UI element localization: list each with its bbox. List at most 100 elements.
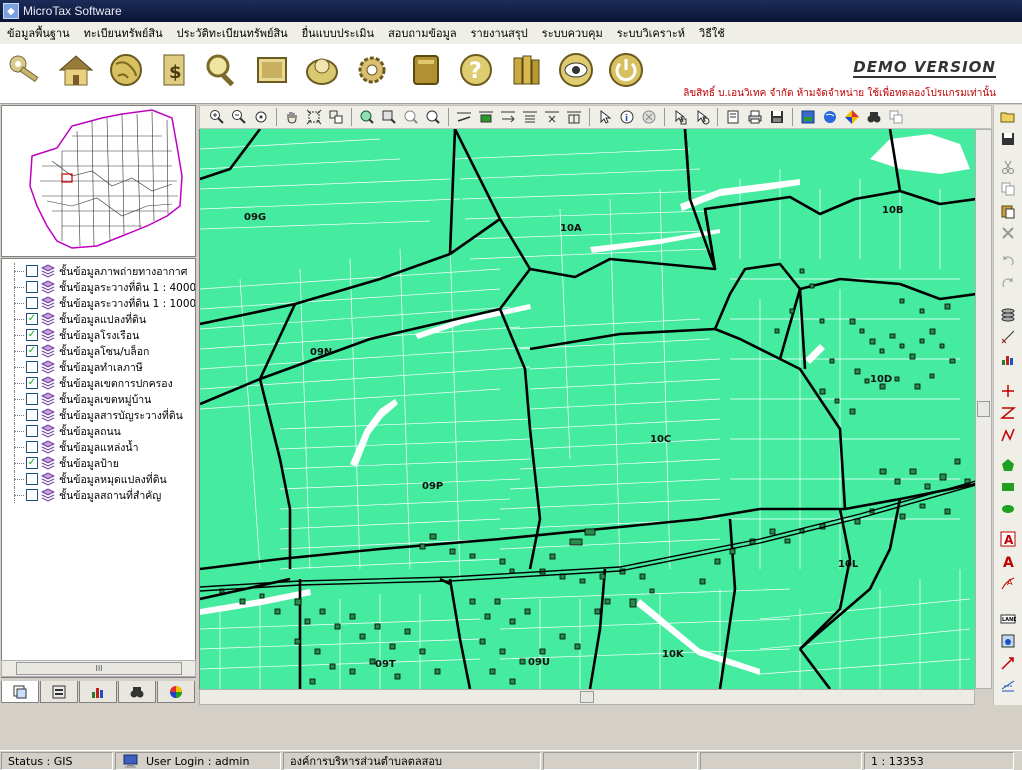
zoom-box-icon[interactable]	[325, 107, 347, 127]
menu-reports[interactable]: รายงานสรุป	[464, 24, 535, 42]
globe-small-icon[interactable]	[819, 107, 841, 127]
edit-vertex-icon[interactable]	[998, 327, 1018, 347]
measure-arrow-icon[interactable]	[497, 107, 519, 127]
add-callout-icon[interactable]: A	[998, 573, 1018, 593]
menu-register-history[interactable]: ประวัติทะเบียนทรัพย์สิน	[170, 24, 295, 42]
zoom-out-icon[interactable]	[228, 107, 250, 127]
draw-arrow-icon[interactable]	[998, 653, 1018, 673]
menu-assessment[interactable]: ยื่นแบบประเมิน	[295, 24, 381, 42]
copy-icon[interactable]	[998, 179, 1018, 199]
settings-gear-icon[interactable]	[350, 48, 394, 92]
report-icon[interactable]	[722, 107, 744, 127]
menu-control[interactable]: ระบบควบคุม	[535, 24, 610, 42]
map-canvas[interactable]: 09G 10A 10B 09N 10D 10C 09P 10L 09T 09U …	[199, 129, 975, 689]
search-magnifier-icon[interactable]	[200, 48, 244, 92]
scrollbar-thumb[interactable]	[977, 401, 990, 417]
zoom-next-icon[interactable]	[422, 107, 444, 127]
layer-checkbox[interactable]: ✓	[26, 377, 38, 389]
scrollbar-thumb[interactable]	[580, 691, 594, 703]
map-globe-icon[interactable]	[300, 48, 344, 92]
layer-row[interactable]: ชั้นข้อมูลสถานที่สำคัญ	[4, 487, 161, 503]
eye-icon[interactable]	[554, 48, 598, 92]
tab-color[interactable]	[157, 681, 195, 703]
layer-stack-edit-icon[interactable]	[998, 305, 1018, 325]
add-line-icon[interactable]	[998, 403, 1018, 423]
layer-checkbox[interactable]	[26, 441, 38, 453]
binoculars-search-icon[interactable]	[863, 107, 885, 127]
open-folder-icon[interactable]	[998, 107, 1018, 127]
full-extent-icon[interactable]	[303, 107, 325, 127]
attach-image-icon[interactable]	[998, 631, 1018, 651]
zoom-previous-icon[interactable]	[400, 107, 422, 127]
layer-checkbox[interactable]	[26, 489, 38, 501]
map-vertical-scrollbar[interactable]	[975, 129, 992, 689]
menu-query[interactable]: สอบถามข้อมูล	[381, 24, 464, 42]
measure-grid-icon[interactable]	[563, 107, 585, 127]
select-circle-icon[interactable]	[691, 107, 713, 127]
redo-icon[interactable]	[998, 273, 1018, 293]
zoom-layer-icon[interactable]	[356, 107, 378, 127]
tab-properties[interactable]	[40, 681, 78, 703]
menu-basic-data[interactable]: ข้อมูลพื้นฐาน	[0, 24, 77, 42]
add-text-icon[interactable]: A	[998, 551, 1018, 571]
layer-checkbox[interactable]: ✓	[26, 329, 38, 341]
add-polygon-icon[interactable]	[998, 455, 1018, 475]
zoom-in-icon[interactable]	[206, 107, 228, 127]
power-icon[interactable]	[604, 48, 648, 92]
measure-area-icon[interactable]	[475, 107, 497, 127]
tab-chart[interactable]	[79, 681, 117, 703]
scrollbar-thumb[interactable]: III	[16, 662, 182, 675]
copy-layer-icon[interactable]	[885, 107, 907, 127]
zoom-center-icon[interactable]	[250, 107, 272, 127]
add-polyline-icon[interactable]	[998, 425, 1018, 445]
menu-help[interactable]: วิธีใช้	[692, 24, 732, 42]
select-pointer-icon[interactable]	[594, 107, 616, 127]
clear-selection-icon[interactable]	[638, 107, 660, 127]
layer-checkbox[interactable]: ✓	[26, 313, 38, 325]
print-icon[interactable]	[744, 107, 766, 127]
add-text-box-icon[interactable]: A	[998, 529, 1018, 549]
help-icon[interactable]: ?	[454, 48, 498, 92]
book-icon[interactable]	[404, 48, 448, 92]
measure-clear-icon[interactable]	[541, 107, 563, 127]
layer-row[interactable]: ชั้นข้อมูลแหล่งน้ำ	[4, 439, 138, 455]
layer-row[interactable]: ชั้นข้อมูลหมุดแปลงที่ดิน	[4, 471, 167, 487]
zoom-selected-icon[interactable]	[378, 107, 400, 127]
books-icon[interactable]	[504, 48, 548, 92]
save-icon[interactable]	[766, 107, 788, 127]
add-point-icon[interactable]	[998, 381, 1018, 401]
measure-list-icon[interactable]	[519, 107, 541, 127]
select-polygon-icon[interactable]	[669, 107, 691, 127]
layer-row[interactable]: ✓ ชั้นข้อมูลแปลงที่ดิน	[4, 311, 146, 327]
layer-checkbox[interactable]	[26, 361, 38, 373]
map-image-icon[interactable]	[797, 107, 819, 127]
layer-row[interactable]: ชั้นข้อมูลสารบัญระวางที่ดิน	[4, 407, 183, 423]
tab-search[interactable]	[118, 681, 156, 703]
layer-checkbox[interactable]	[26, 265, 38, 277]
layer-row[interactable]: ชั้นข้อมูลระวางที่ดิน 1 : 4000	[4, 279, 195, 295]
land-label-icon[interactable]: LAND	[998, 609, 1018, 629]
tab-layers[interactable]	[1, 681, 39, 703]
pan-hand-icon[interactable]	[281, 107, 303, 127]
layer-row[interactable]: ชั้นข้อมูลเขตหมู่บ้าน	[4, 391, 151, 407]
layer-checkbox[interactable]	[26, 409, 38, 421]
layer-checkbox[interactable]	[26, 425, 38, 437]
photo-frame-icon[interactable]	[250, 48, 294, 92]
layer-row[interactable]: ชั้นข้อมูลถนน	[4, 423, 121, 439]
measure-distance-icon[interactable]	[453, 107, 475, 127]
layer-row[interactable]: ✓ ชั้นข้อมูลเขตการปกครอง	[4, 375, 173, 391]
edit-chart-icon[interactable]	[998, 349, 1018, 369]
globe-icon[interactable]	[104, 48, 148, 92]
key-icon[interactable]	[4, 48, 48, 92]
draw-freehand-icon[interactable]	[998, 675, 1018, 695]
menu-property-register[interactable]: ทะเบียนทรัพย์สิน	[77, 24, 170, 42]
layer-horizontal-scrollbar[interactable]: III	[1, 660, 196, 677]
layer-checkbox[interactable]: ✓	[26, 457, 38, 469]
layer-row[interactable]: ชั้นข้อมูลระวางที่ดิน 1 : 1000	[4, 295, 195, 311]
color-diamond-icon[interactable]	[841, 107, 863, 127]
save-disk-icon[interactable]	[998, 129, 1018, 149]
cut-icon[interactable]	[998, 157, 1018, 177]
add-rectangle-icon[interactable]	[998, 477, 1018, 497]
delete-icon[interactable]	[998, 223, 1018, 243]
layer-checkbox[interactable]: ✓	[26, 345, 38, 357]
